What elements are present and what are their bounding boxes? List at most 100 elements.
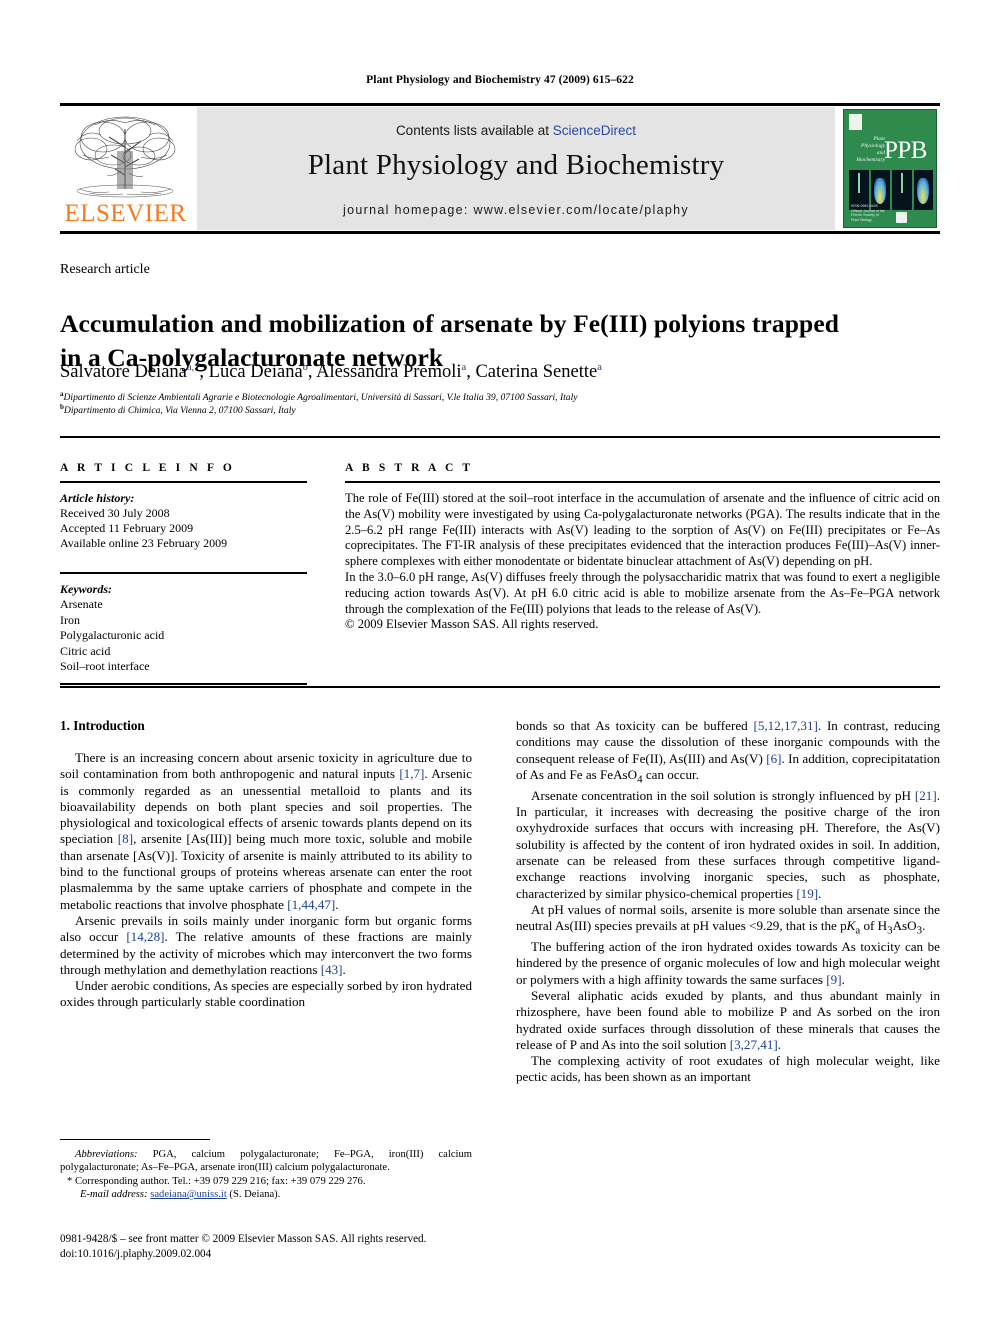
author-email-link[interactable]: sadeiana@uniss.it [150, 1189, 227, 1200]
body-paragraph: There is an increasing concern about ars… [60, 750, 472, 912]
keyword-item: Polygalacturonic acid [60, 628, 165, 642]
affiliation-mark: b [60, 402, 64, 411]
journal-article-page: Plant Physiology and Biochemistry 47 (20… [0, 0, 992, 1323]
article-info-heading: A R T I C L E I N F O [60, 462, 235, 474]
abbreviations-label: Abbreviations: [75, 1149, 138, 1160]
affiliation-list: aDipartimento di Scienze Ambientali Agra… [60, 389, 930, 417]
citation-reference[interactable]: [9] [826, 972, 841, 987]
author-affiliation-mark: b [302, 361, 308, 373]
elsevier-logo: ELSEVIER [63, 111, 188, 226]
keywords-label: Keywords: [60, 582, 112, 596]
imprint-line-1: 0981-9428/$ – see front matter © 2009 El… [60, 1233, 427, 1245]
citation-reference[interactable]: [19] [796, 886, 818, 901]
article-history-label: Article history: [60, 491, 135, 505]
citation-reference[interactable]: [1,7] [399, 766, 424, 781]
contents-prefix: Contents lists available at [395, 123, 553, 138]
section-heading-introduction: 1. Introduction [60, 718, 145, 733]
journal-title: Plant Physiology and Biochemistry [307, 149, 725, 181]
chemical-subscript: 3 [916, 924, 923, 937]
elsevier-tree-icon [74, 116, 176, 198]
body-paragraph: Under aerobic conditions, As species are… [60, 978, 472, 1010]
cover-panel-3-stem [900, 173, 903, 194]
author-affiliation-mark: a [461, 361, 467, 373]
title-line-1: Accumulation and mobilization of arsenat… [60, 309, 840, 339]
running-head: Plant Physiology and Biochemistry 47 (20… [366, 74, 634, 86]
cover-panel-4-blob [917, 178, 930, 204]
author-name: Luca Deianab [208, 361, 308, 382]
cover-panel-2-blob [874, 178, 887, 204]
chemical-subscript: 3 [887, 924, 893, 937]
citation-reference[interactable]: [6] [766, 751, 781, 766]
journal-cover-thumbnail: Plant Physiology and Biochemistry PPB IS… [843, 109, 937, 228]
citation-reference[interactable]: [5,12,17,31] [753, 718, 817, 733]
journal-masthead: ELSEVIER Contents lists available at Sci… [60, 103, 940, 234]
footnote-email: E-mail address: sadeiana@uniss.it (S. De… [80, 1189, 281, 1201]
abstract-heading: A B S T R A C T [345, 462, 474, 474]
author-name: Alessandra Premolia [316, 361, 467, 382]
citation-reference[interactable]: [1,44,47] [287, 897, 335, 912]
cover-ppb-letters: PPB [884, 137, 927, 164]
article-history-online: Available online 23 February 2009 [60, 536, 228, 550]
article-type-label: Research article [60, 262, 150, 277]
masthead-top-rule [60, 103, 940, 106]
elsevier-wordmark: ELSEVIER [64, 200, 187, 227]
author-list: Salvatore Deianaa,*, Luca Deianab, Aless… [60, 361, 602, 382]
article-info-rule [60, 481, 307, 483]
author-name: Salvatore Deianaa,* [60, 361, 200, 382]
chemical-subscript: 4 [637, 773, 643, 786]
citation-reference[interactable]: [8] [118, 831, 133, 846]
email-address-label: E-mail address: [80, 1189, 148, 1201]
rule-above-body [60, 686, 940, 688]
author-affiliation-mark: a,* [186, 361, 200, 373]
masthead-bottom-rule [60, 231, 940, 234]
abstract-paragraph-2: In the 3.0–6.0 pH range, As(V) diffuses … [345, 569, 940, 616]
cover-panel-4 [913, 170, 933, 210]
body-paragraph: At pH values of normal soils, arsenite i… [516, 901, 940, 937]
cover-mini-title-1: Plant [873, 136, 885, 142]
keyword-item: Citric acid [60, 643, 111, 658]
cover-mini-title-4: Biochemistry [856, 157, 885, 163]
journal-homepage-link[interactable]: journal homepage: www.elsevier.com/locat… [197, 203, 835, 217]
imprint-line-2: doi:10.1016/j.plaphy.2009.02.004 [60, 1247, 212, 1260]
footnote-corresponding-author: * Corresponding author. Tel.: +39 079 22… [67, 1175, 366, 1187]
cover-footer-4: Plant Biology [851, 217, 872, 222]
keywords-rule [60, 572, 307, 574]
keyword-item: Iron [60, 612, 80, 627]
cover-mini-title-3: and [876, 150, 885, 156]
affiliation-mark: a [60, 389, 64, 398]
article-history-accepted: Accepted 11 February 2009 [60, 521, 194, 535]
author-affiliation-mark: a [597, 361, 602, 373]
abstract-body: The role of Fe(III) stored at the soil–r… [345, 491, 940, 633]
body-column-right: bonds so that As toxicity can be buffere… [516, 718, 940, 1086]
citation-reference[interactable]: [21] [915, 788, 937, 803]
article-info-spacer [60, 551, 307, 565]
citation-reference[interactable]: [3,27,41] [730, 1037, 778, 1052]
cover-panel-3 [892, 170, 912, 210]
affiliation-item: bDipartimento di Chimica, Via Vienna 2, … [60, 402, 296, 416]
body-paragraph: Arsenate concentration in the soil solut… [516, 787, 940, 901]
keyword-item: Soil–root interface [60, 659, 150, 673]
citation-reference[interactable]: [43] [321, 962, 343, 977]
article-info-panel: A R T I C L E I N F O Article history: R… [60, 462, 307, 685]
body-paragraph: Several aliphatic acids exuded by plants… [516, 987, 940, 1052]
sciencedirect-link[interactable]: ScienceDirect [553, 123, 636, 138]
article-history-received: Received 30 July 2008 [60, 506, 170, 520]
body-paragraph: Arsenic prevails in soils mainly under i… [60, 912, 473, 977]
sciencedirect-band: Contents lists available at ScienceDirec… [197, 107, 835, 230]
body-paragraph: bonds so that As toxicity can be buffere… [516, 718, 940, 786]
cover-panel-1-stem [857, 173, 860, 194]
body-column-left: 1. Introduction There is an increasing c… [60, 718, 472, 1011]
contents-lists-line: Contents lists available at ScienceDirec… [197, 123, 835, 138]
citation-reference[interactable]: [14,28] [126, 929, 164, 944]
cover-mini-title-2: Physiology [861, 143, 885, 149]
cover-elsevier-mark-icon [849, 114, 862, 130]
abstract-paragraph-1: The role of Fe(III) stored at the soil–r… [345, 491, 940, 569]
rule-under-affiliations [60, 436, 940, 438]
keywords-bottom-rule [60, 682, 307, 685]
abstract-copyright: © 2009 Elsevier Masson SAS. All rights r… [345, 617, 599, 632]
chemical-subscript: a [855, 924, 861, 937]
footnote-abbreviations: Abbreviations: PGA, calcium polygalactur… [60, 1149, 472, 1174]
abstract-rule [345, 481, 940, 483]
author-name: Caterina Senettea [475, 361, 602, 382]
cover-mini-title: Plant Physiology and Biochemistry [851, 136, 885, 164]
